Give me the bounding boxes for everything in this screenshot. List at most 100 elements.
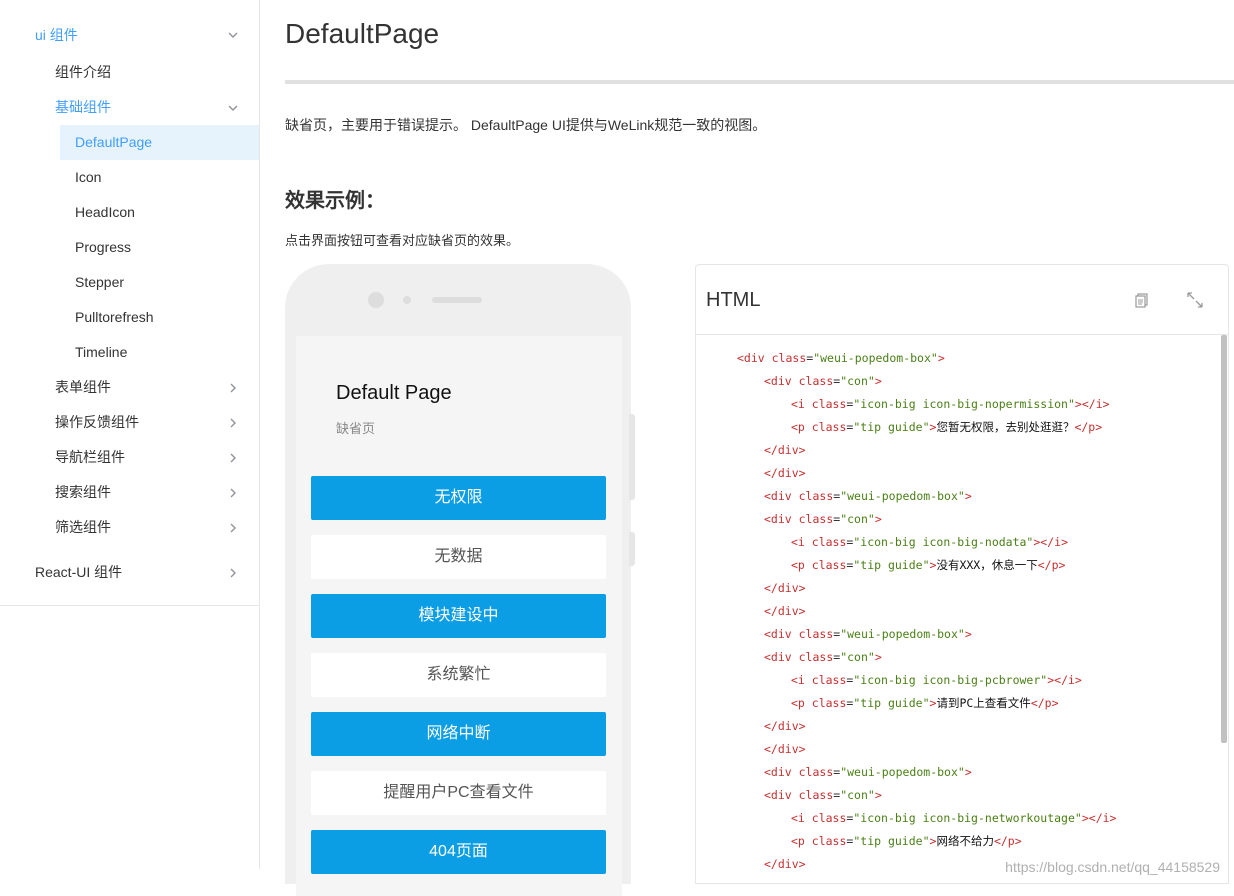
code-line: </div> bbox=[764, 463, 806, 483]
code-tag: </div> bbox=[764, 719, 806, 733]
sidebar-item-timeline[interactable]: Timeline bbox=[60, 335, 259, 370]
under-construction-button[interactable]: 模块建设中 bbox=[311, 594, 606, 638]
sidebar-item-defaultpage[interactable]: DefaultPage bbox=[60, 125, 259, 160]
code-line: <p class="tip guide">没有XXX，休息一下</p> bbox=[791, 555, 1065, 575]
code-line: <i class="icon-big icon-big-networkoutag… bbox=[791, 808, 1116, 828]
sidebar-group-label: React-UI 组件 bbox=[35, 564, 123, 580]
sidebar-group-label: 操作反馈组件 bbox=[55, 414, 139, 430]
sidebar: ui 组件 组件介绍 基础组件 DefaultPage Icon HeadIco… bbox=[0, 0, 260, 869]
code-value: "tip guide" bbox=[853, 834, 930, 848]
sidebar-group-feedback[interactable]: 操作反馈组件 bbox=[0, 405, 259, 440]
sidebar-item-label: 组件介绍 bbox=[55, 64, 111, 80]
network-down-button[interactable]: 网络中断 bbox=[311, 712, 606, 756]
code-block[interactable]: https://blog.csdn.net/qq_44158529 <div c… bbox=[696, 335, 1228, 883]
phone-speaker bbox=[432, 297, 482, 303]
chevron-right-icon bbox=[227, 475, 239, 510]
code-tag: <div bbox=[764, 512, 799, 526]
sidebar-item-icon[interactable]: Icon bbox=[60, 160, 259, 195]
no-permission-button[interactable]: 无权限 bbox=[311, 476, 606, 520]
code-value: "weui-popedom-box" bbox=[813, 351, 938, 365]
phone-side-button bbox=[629, 414, 635, 500]
code-tag: > bbox=[1081, 811, 1089, 825]
code-tag: > bbox=[874, 512, 882, 526]
chevron-right-icon bbox=[227, 550, 239, 595]
code-line: <i class="icon-big icon-big-nodata"></i> bbox=[791, 532, 1068, 552]
code-line: <div class="weui-popedom-box"> bbox=[764, 624, 972, 644]
code-line: <div class="weui-popedom-box"> bbox=[764, 762, 972, 782]
code-value: "icon-big icon-big-nopermission" bbox=[853, 397, 1075, 411]
code-attr: class bbox=[811, 558, 847, 572]
page-404-button[interactable]: 404页面 bbox=[311, 830, 606, 874]
sidebar-group-ui[interactable]: ui 组件 bbox=[0, 15, 259, 55]
code-attr: class bbox=[798, 489, 834, 503]
phone-side-button bbox=[629, 532, 635, 566]
title-divider bbox=[285, 80, 1234, 84]
sidebar-item-intro[interactable]: 组件介绍 bbox=[0, 55, 259, 90]
sidebar-group-filter[interactable]: 筛选组件 bbox=[0, 510, 259, 545]
pc-view-file-button[interactable]: 提醒用户PC查看文件 bbox=[311, 771, 606, 815]
system-busy-button[interactable]: 系统繁忙 bbox=[311, 653, 606, 697]
sidebar-item-progress[interactable]: Progress bbox=[60, 230, 259, 265]
sidebar-menu: ui 组件 组件介绍 基础组件 DefaultPage Icon HeadIco… bbox=[0, 15, 259, 606]
watermark: https://blog.csdn.net/qq_44158529 bbox=[1005, 859, 1220, 875]
code-tag: <i bbox=[791, 397, 812, 411]
code-line: </div> bbox=[764, 716, 806, 736]
sidebar-item-label: Stepper bbox=[75, 274, 125, 290]
code-line: <i class="icon-big icon-big-pcbrower"></… bbox=[791, 670, 1082, 690]
code-tag: <p bbox=[791, 558, 812, 572]
code-panel: HTML https://blog.csdn.net/qq_44158529 <… bbox=[695, 264, 1229, 884]
code-tag: > bbox=[874, 650, 882, 664]
code-tag: <p bbox=[791, 834, 812, 848]
code-attr: class bbox=[798, 788, 834, 802]
chevron-right-icon bbox=[227, 405, 239, 440]
sidebar-item-headicon[interactable]: HeadIcon bbox=[60, 195, 259, 230]
sidebar-group-form[interactable]: 表单组件 bbox=[0, 370, 259, 405]
code-attr: class bbox=[771, 351, 807, 365]
sidebar-group-label: ui 组件 bbox=[35, 27, 78, 43]
code-value: "icon-big icon-big-pcbrower" bbox=[853, 673, 1048, 687]
sidebar-group-react[interactable]: React-UI 组件 bbox=[0, 550, 259, 595]
code-tag: </div> bbox=[764, 604, 806, 618]
code-tag: > bbox=[964, 489, 972, 503]
code-text: 网络不给力 bbox=[936, 834, 994, 848]
code-tag: <div bbox=[764, 788, 799, 802]
code-attr: class bbox=[798, 627, 834, 641]
copy-icon[interactable] bbox=[1133, 291, 1151, 309]
code-tag: </div> bbox=[764, 443, 806, 457]
sidebar-item-pulltorefresh[interactable]: Pulltorefresh bbox=[60, 300, 259, 335]
no-data-button[interactable]: 无数据 bbox=[311, 535, 606, 579]
chevron-right-icon bbox=[227, 370, 239, 405]
code-attr: class bbox=[811, 673, 847, 687]
code-scrollbar[interactable] bbox=[1221, 335, 1227, 743]
code-value: "icon-big icon-big-networkoutage" bbox=[853, 811, 1082, 825]
sidebar-item-label: DefaultPage bbox=[75, 134, 153, 150]
code-tag: > bbox=[964, 627, 972, 641]
code-tag: </i> bbox=[1040, 535, 1068, 549]
code-tag: <p bbox=[791, 696, 812, 710]
sidebar-group-navbar[interactable]: 导航栏组件 bbox=[0, 440, 259, 475]
sidebar-group-basic[interactable]: 基础组件 bbox=[0, 90, 259, 125]
code-tag: <i bbox=[791, 535, 812, 549]
expand-icon[interactable] bbox=[1186, 291, 1204, 309]
code-attr: class bbox=[811, 696, 847, 710]
code-line: <div class="con"> bbox=[764, 647, 882, 667]
main-content: DefaultPage 缺省页，主要用于错误提示。 DefaultPage UI… bbox=[285, 0, 1234, 896]
code-tag: <i bbox=[791, 673, 812, 687]
demo-title: Default Page bbox=[336, 382, 452, 404]
code-line: <div class="con"> bbox=[764, 371, 882, 391]
sidebar-item-stepper[interactable]: Stepper bbox=[60, 265, 259, 300]
code-line: <div class="con"> bbox=[764, 509, 882, 529]
chevron-down-icon bbox=[227, 90, 239, 125]
code-tag: <div bbox=[737, 351, 772, 365]
code-line: <p class="tip guide">请到PC上查看文件</p> bbox=[791, 693, 1059, 713]
phone-screen: Default Page 缺省页 无权限 无数据 模块建设中 系统繁忙 网络中断… bbox=[296, 336, 622, 896]
code-attr: class bbox=[811, 397, 847, 411]
code-tag: <div bbox=[764, 765, 799, 779]
code-line: <p class="tip guide">网络不给力</p> bbox=[791, 831, 1022, 851]
code-tag: </p> bbox=[993, 834, 1022, 848]
sidebar-item-label: Icon bbox=[75, 169, 102, 185]
sidebar-group-search[interactable]: 搜索组件 bbox=[0, 475, 259, 510]
code-attr: class bbox=[811, 834, 847, 848]
sidebar-item-label: Pulltorefresh bbox=[75, 309, 154, 325]
code-tag: <div bbox=[764, 374, 799, 388]
